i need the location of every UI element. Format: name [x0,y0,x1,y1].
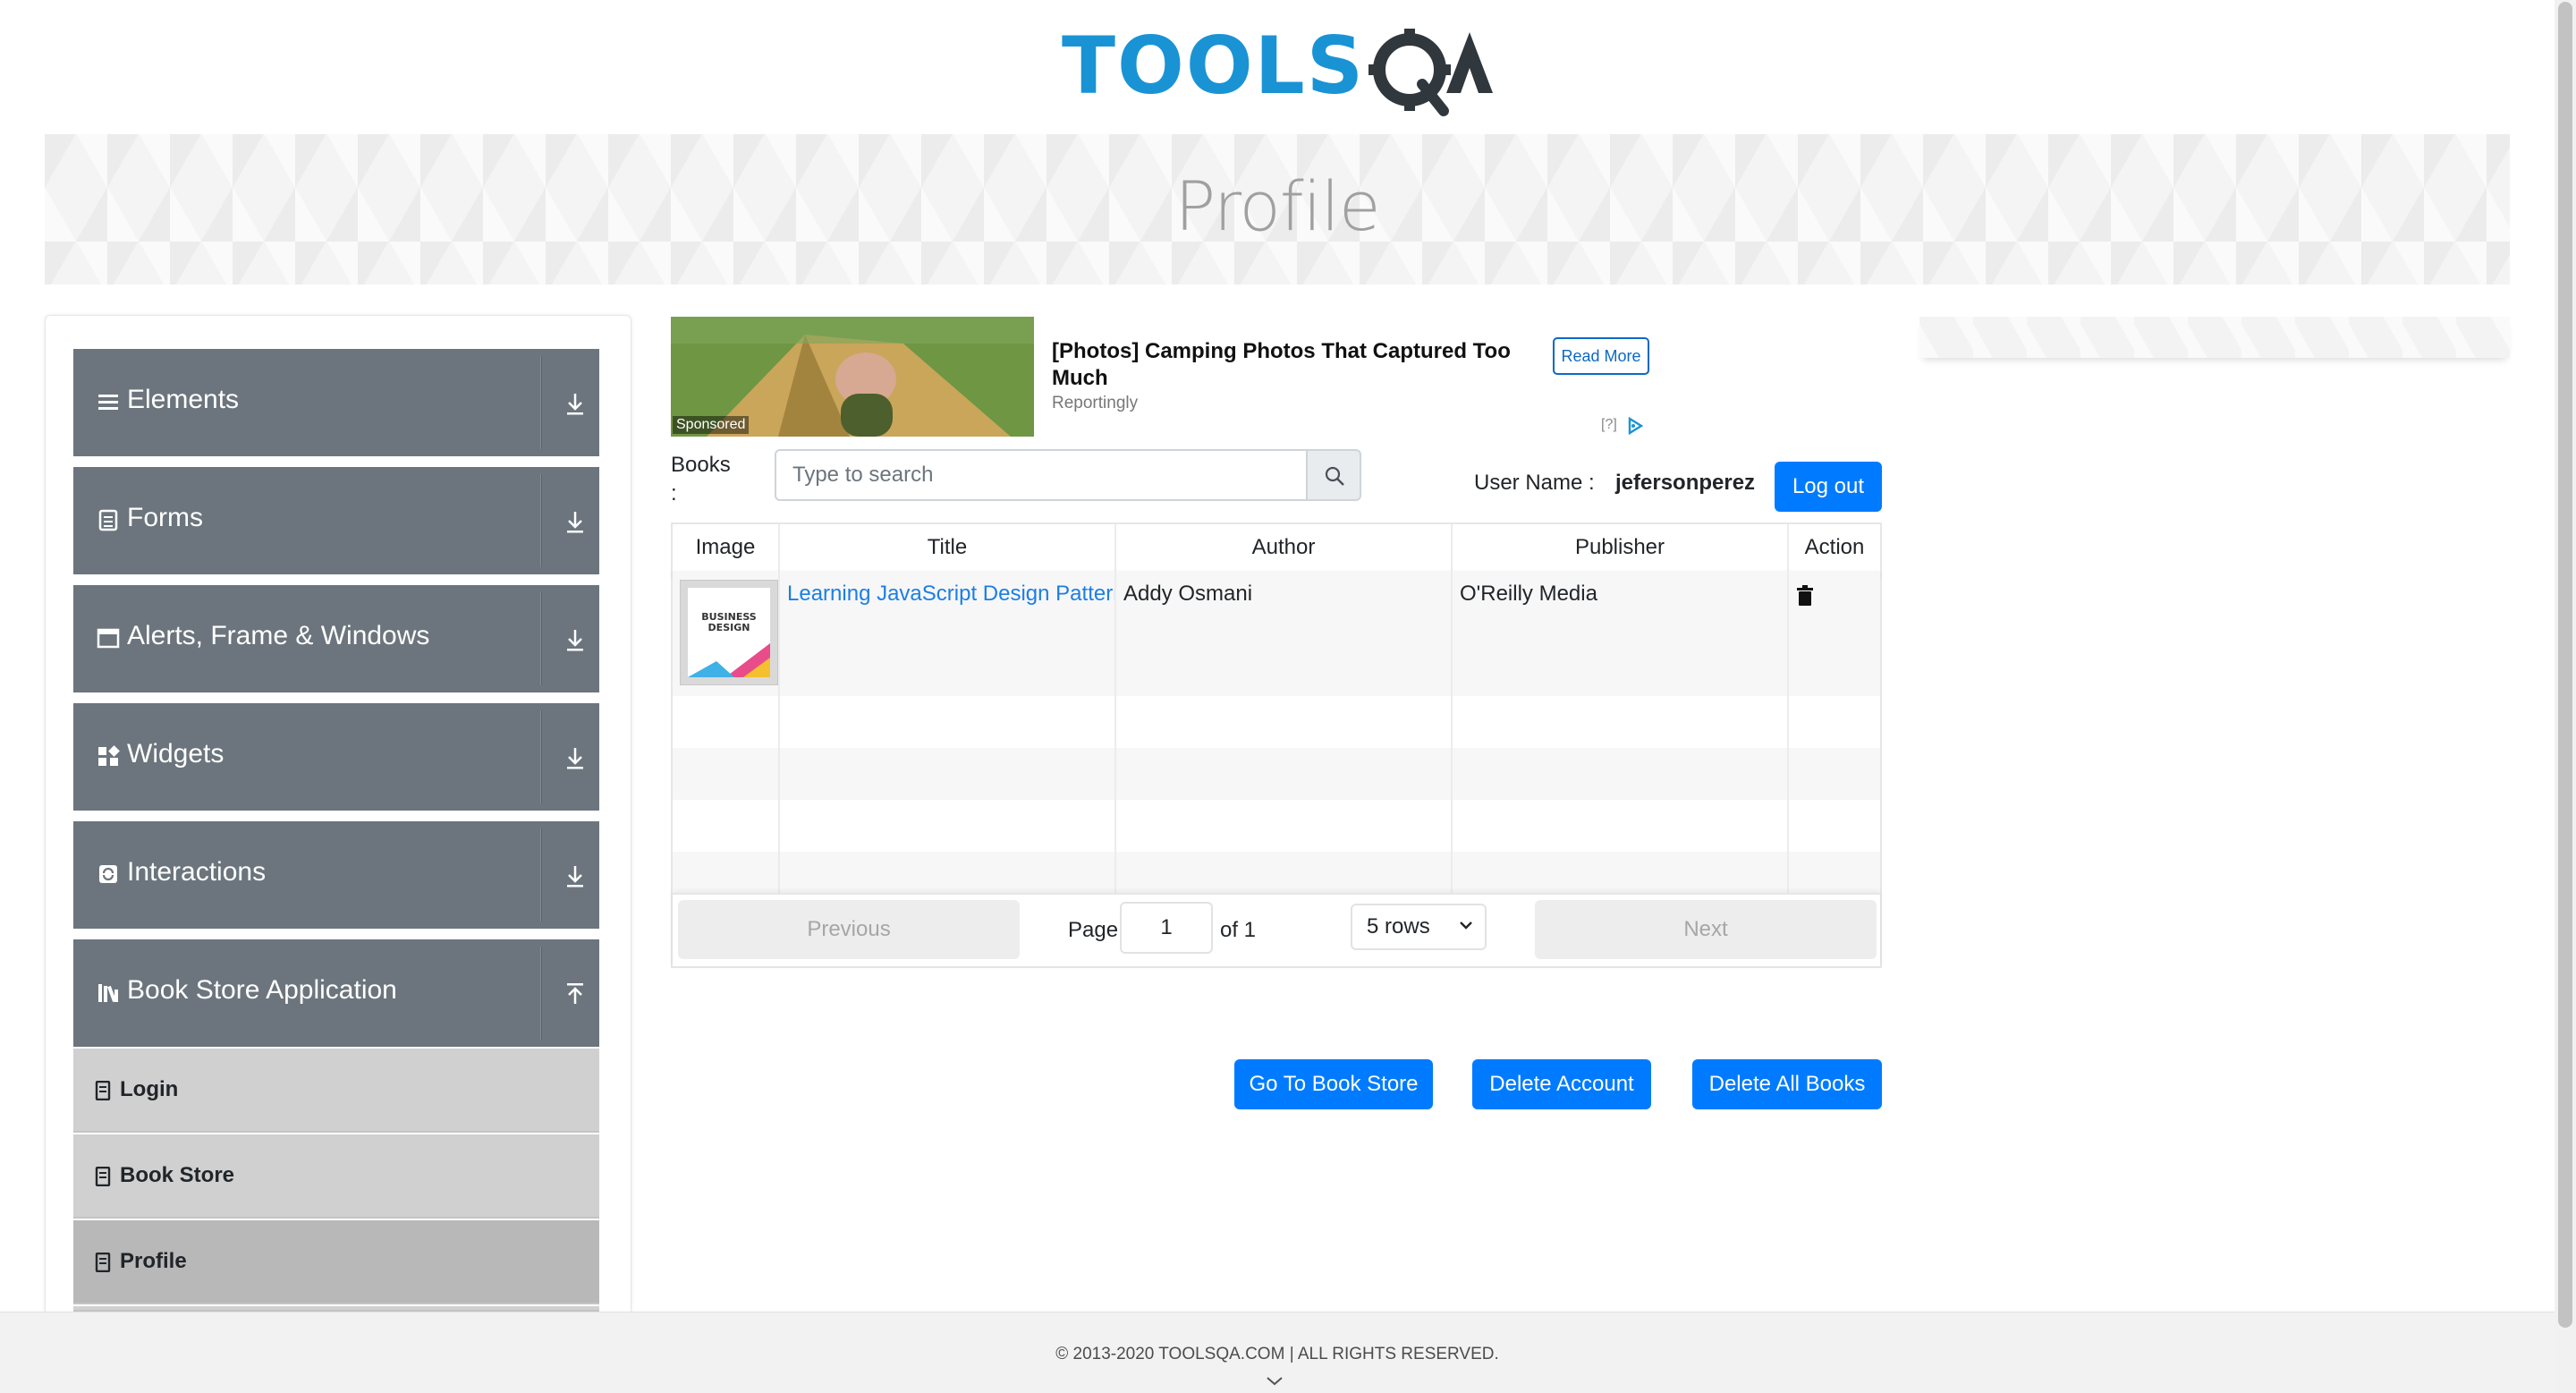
delete-all-books-button[interactable]: Delete All Books [1692,1059,1882,1109]
column-header-publisher[interactable]: Publisher [1453,524,1789,571]
search-input[interactable] [775,449,1308,501]
page-title: Profile [1174,166,1380,246]
menu-group-label: Forms [127,503,203,532]
sidebar-item-label: Profile [120,1249,187,1273]
scrollbar-thumb[interactable] [2558,2,2572,1328]
divider [540,947,542,1040]
divider [778,571,780,893]
divider [540,710,542,803]
book-author: Addy Osmani [1123,582,1253,606]
book-title[interactable]: Learning JavaScript Design Patterns [787,582,1114,606]
ad-choices-icon[interactable] [1626,417,1644,435]
rows-per-page-select[interactable]: 5 rows [1351,904,1487,950]
book-icon [95,1167,111,1186]
ad-placeholder [1919,317,2510,358]
download-arrow-icon[interactable] [564,508,587,535]
book-icon [95,1253,111,1272]
table-row [673,748,1880,800]
menu-group-book-store-application[interactable]: Book Store Application [73,939,599,1047]
page-number-input[interactable]: 1 [1120,902,1213,954]
toolsqa-logo[interactable]: TOOLS [1062,20,1496,120]
sidebar-item-login[interactable]: Login [73,1049,599,1133]
table-row [673,852,1880,893]
column-header-action[interactable]: Action [1789,524,1880,571]
divider [540,474,542,567]
divider [540,828,542,922]
book-cover-image: BUSINESS DESIGN [680,580,778,685]
table-row [673,696,1880,748]
menu-group-widgets[interactable]: Widgets [73,703,599,811]
download-arrow-icon[interactable] [564,626,587,653]
svg-text:DESIGN: DESIGN [708,622,750,633]
menu-group-elements[interactable]: Elements [73,349,599,456]
chevron-down-icon [1460,922,1472,930]
upload-arrow-icon[interactable] [564,981,587,1007]
column-header-title[interactable]: Title [780,524,1116,571]
menu-group-label: Interactions [127,857,267,887]
page-label: Page [1068,918,1119,942]
menu-group-forms[interactable]: Forms [73,467,599,574]
scrollbar[interactable] [2555,0,2576,1393]
divider [1114,571,1116,893]
next-button[interactable]: Next [1535,900,1877,959]
go-to-book-store-button[interactable]: Go To Book Store [1234,1059,1433,1109]
interactions-icon [99,865,117,883]
menu-group-interactions[interactable]: Interactions [73,821,599,929]
book-cover-icon: BUSINESS DESIGN [688,588,770,677]
divider [1787,571,1789,893]
page-banner: Profile [45,134,2510,285]
download-arrow-icon[interactable] [564,744,587,771]
menu-group-label: Alerts, Frame & Windows [127,621,430,650]
delete-account-button[interactable]: Delete Account [1472,1059,1651,1109]
window-icon [97,628,120,649]
widgets-icon [98,745,120,766]
svg-text:TOOLS: TOOLS [1062,20,1365,112]
table-row [673,800,1880,852]
divider [1451,571,1453,893]
search-button[interactable] [1306,449,1361,501]
sidebar-item-label: Login [120,1077,179,1101]
column-header-author[interactable]: Author [1116,524,1453,571]
sponsored-label: Sponsored [673,416,750,434]
form-icon [98,509,118,531]
chevron-down-icon[interactable] [1265,1375,1284,1388]
sidebar-item-label: Book Store [120,1163,235,1187]
pagination-bar: Previous Page 1 of 1 5 rows Next [673,893,1880,966]
menu-group-label: Book Store Application [127,975,397,1005]
username-value: jefersonperez [1615,471,1756,495]
book-icon [95,1081,111,1100]
trash-icon[interactable] [1796,585,1814,607]
rows-per-page-value: 5 rows [1367,914,1430,939]
ad-title[interactable]: [Photos] Camping Photos That Captured To… [1052,338,1526,392]
read-more-button[interactable]: Read More [1553,337,1649,375]
books-table: Image Title Author Publisher Action BUSI… [671,522,1882,968]
ad-source: Reportingly [1052,394,1139,412]
username-label: User Name : [1474,471,1595,495]
search-icon [1325,466,1344,486]
divider [540,356,542,449]
copyright-text: © 2013-2020 TOOLSQA.COM | ALL RIGHTS RES… [1055,1345,1499,1363]
sidebar-item-book-store[interactable]: Book Store [73,1134,599,1219]
menu-group-label: Elements [127,385,240,414]
sidebar-item-profile[interactable]: Profile [73,1220,599,1304]
books-label: Books : [671,453,731,505]
divider [540,592,542,685]
previous-button[interactable]: Previous [678,900,1020,959]
column-header-image[interactable]: Image [673,524,780,571]
list-icon [98,395,118,410]
footer: © 2013-2020 TOOLSQA.COM | ALL RIGHTS RES… [0,1312,2555,1393]
books-icon [98,984,118,1003]
book-publisher: O'Reilly Media [1460,582,1597,606]
ad-info-link[interactable]: [?] [1601,417,1617,433]
menu-group-label: Widgets [127,739,225,769]
download-arrow-icon[interactable] [564,862,587,889]
logout-button[interactable]: Log out [1775,462,1882,512]
menu-group-alerts-frame-windows[interactable]: Alerts, Frame & Windows [73,585,599,692]
book-title-link[interactable]: Learning JavaScript Design Patterns [787,582,1114,607]
page-count: of 1 [1220,918,1257,942]
download-arrow-icon[interactable] [564,390,587,417]
